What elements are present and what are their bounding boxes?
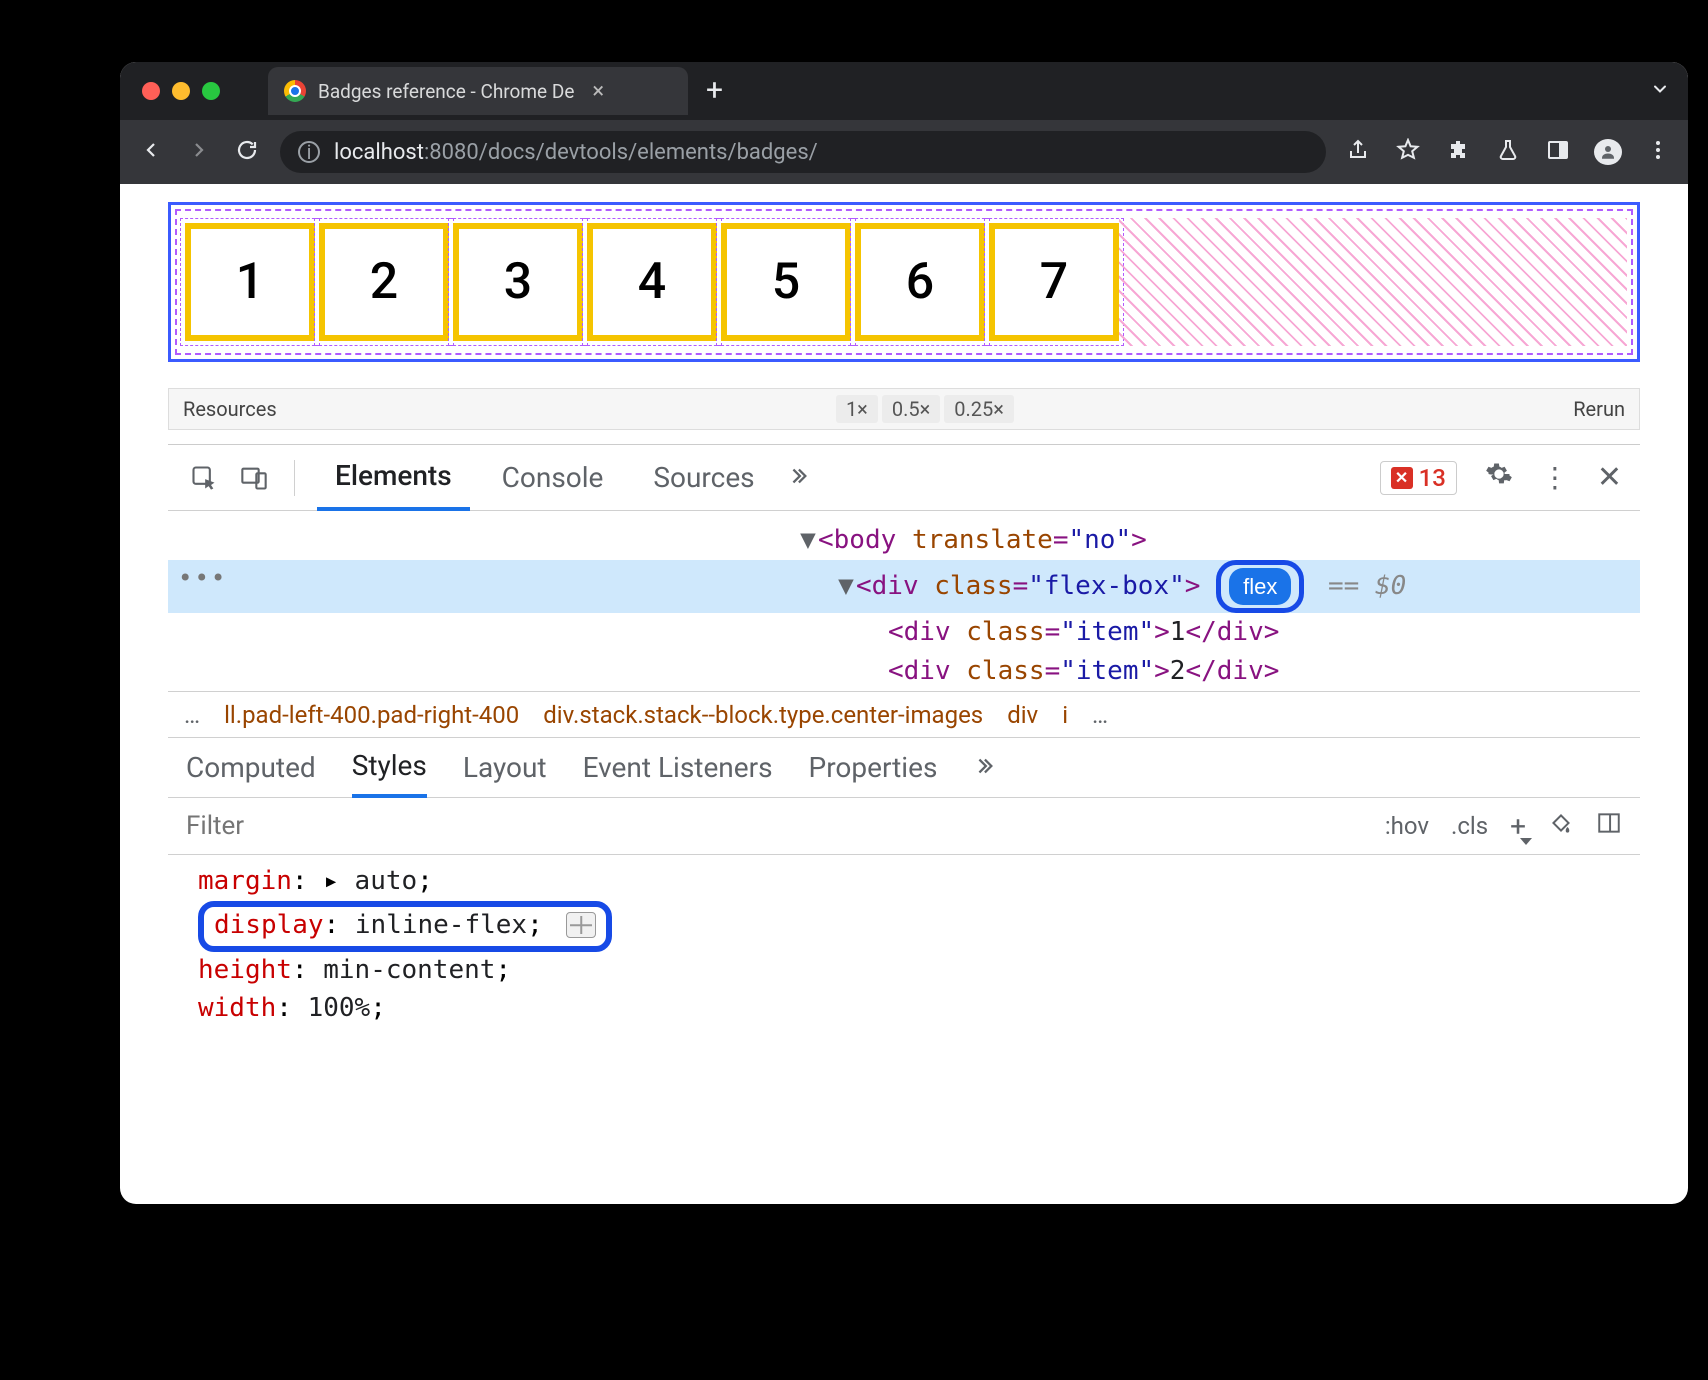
flex-item: 3: [453, 223, 583, 341]
tabs-overflow-icon[interactable]: [1646, 79, 1674, 103]
flex-inner: 1 2 3 4 5 6 7: [175, 209, 1633, 355]
css-declaration[interactable]: width: 100%;: [198, 990, 1610, 1028]
error-count: 13: [1419, 464, 1446, 492]
styles-filter-row: :hov .cls +: [168, 797, 1640, 855]
error-counter[interactable]: ✕ 13: [1380, 461, 1457, 495]
dom-tree[interactable]: ▼<body translate="no"> ••• ▼<div class="…: [168, 511, 1640, 691]
error-x-icon: ✕: [1391, 467, 1413, 489]
dom-node-selected[interactable]: ••• ▼<div class="flex-box"> flex == $0: [168, 560, 1640, 613]
side-panel-icon[interactable]: [1544, 138, 1572, 166]
settings-gear-icon[interactable]: [1485, 460, 1513, 495]
flex-item: 7: [989, 223, 1119, 341]
flex-item: 4: [587, 223, 717, 341]
extensions-icon[interactable]: [1444, 138, 1472, 166]
overflow-dots-icon[interactable]: •••: [178, 560, 227, 596]
toggle-computed-pane-icon[interactable]: [1596, 810, 1622, 842]
reload-button[interactable]: [232, 138, 262, 166]
console-ref: == $0: [1328, 571, 1406, 601]
new-style-rule-icon[interactable]: +: [1510, 810, 1526, 843]
flex-badge-highlight: flex: [1216, 560, 1304, 613]
device-toolbar-icon[interactable]: [236, 464, 272, 492]
url-field[interactable]: i localhost:8080/docs/devtools/elements/…: [280, 131, 1326, 173]
resources-link[interactable]: Resources: [183, 397, 277, 421]
address-bar: i localhost:8080/docs/devtools/elements/…: [120, 120, 1688, 184]
devtools-tabbar: Elements Console Sources ✕ 13 ⋮ ✕: [168, 445, 1640, 511]
url-path: :8080/docs/devtools/elements/badges/: [424, 140, 818, 165]
flex-item: 1: [185, 223, 315, 341]
more-subtabs-icon[interactable]: [973, 751, 995, 784]
minimize-window-icon[interactable]: [172, 82, 190, 100]
tab-console[interactable]: Console: [484, 445, 622, 511]
tab-strip: Badges reference - Chrome De × +: [120, 62, 1688, 120]
styles-subtabs: Computed Styles Layout Event Listeners P…: [168, 737, 1640, 797]
subtab-styles[interactable]: Styles: [352, 738, 427, 798]
display-flex-highlight: display: inline-flex;: [198, 901, 612, 953]
traffic-lights: [142, 82, 220, 100]
tab-elements[interactable]: Elements: [317, 445, 470, 511]
share-icon[interactable]: [1344, 138, 1372, 166]
flex-free-space-icon: [1119, 218, 1627, 346]
close-devtools-icon[interactable]: ✕: [1597, 460, 1622, 495]
close-tab-icon[interactable]: ×: [586, 79, 610, 104]
tab-title: Badges reference - Chrome De: [318, 80, 574, 103]
flex-badge[interactable]: flex: [1229, 568, 1291, 605]
more-tabs-icon[interactable]: [787, 461, 809, 494]
inspect-element-icon[interactable]: [186, 464, 222, 492]
new-tab-button[interactable]: +: [706, 76, 723, 106]
css-declaration[interactable]: margin: ▸ auto;: [198, 863, 1610, 901]
zoom-option[interactable]: 0.25×: [944, 395, 1014, 423]
forward-button[interactable]: [184, 138, 214, 166]
disclosure-triangle-icon[interactable]: ▼: [836, 567, 856, 606]
dom-breadcrumb[interactable]: … ll.pad-left-400.pad-right-400 div.stac…: [168, 691, 1640, 737]
flex-container-highlight: 1 2 3 4 5 6 7: [168, 202, 1640, 362]
flex-item: 2: [319, 223, 449, 341]
subtab-layout[interactable]: Layout: [463, 751, 547, 784]
url-host: localhost: [334, 140, 424, 165]
close-window-icon[interactable]: [142, 82, 160, 100]
page-content: 1 2 3 4 5 6 7 Resources 1× 0.5× 0.25× Re…: [120, 184, 1688, 1036]
browser-menu-icon[interactable]: [1644, 138, 1672, 166]
site-info-icon[interactable]: i: [298, 141, 320, 163]
dom-node[interactable]: <div class="item">2</div>: [168, 652, 1640, 691]
dom-node[interactable]: <div class="item">1</div>: [168, 613, 1640, 652]
chrome-logo-icon: [284, 80, 306, 102]
zoom-option[interactable]: 0.5×: [882, 395, 940, 423]
profile-avatar-icon[interactable]: [1594, 139, 1622, 165]
breadcrumb-overflow-right-icon[interactable]: …: [1092, 701, 1108, 729]
devtools-menu-icon[interactable]: ⋮: [1541, 461, 1569, 494]
browser-window: Badges reference - Chrome De × + i local…: [120, 62, 1688, 1204]
breadcrumb-item[interactable]: div: [1007, 701, 1038, 729]
rerun-button[interactable]: Rerun: [1573, 397, 1625, 421]
breadcrumb-item[interactable]: ll.pad-left-400.pad-right-400: [224, 701, 519, 729]
toggle-cls-button[interactable]: .cls: [1451, 812, 1488, 840]
styles-filter-input[interactable]: [186, 811, 1367, 841]
toggle-hov-button[interactable]: :hov: [1385, 812, 1429, 840]
subtab-computed[interactable]: Computed: [186, 751, 316, 784]
css-declaration-highlighted[interactable]: display: inline-flex;: [198, 901, 1610, 953]
labs-icon[interactable]: [1494, 138, 1522, 166]
disclosure-triangle-icon[interactable]: ▼: [798, 521, 818, 560]
paint-bucket-icon[interactable]: [1548, 810, 1574, 842]
maximize-window-icon[interactable]: [202, 82, 220, 100]
devtools-panel: Elements Console Sources ✕ 13 ⋮ ✕ ▼<bod: [168, 444, 1640, 1036]
back-button[interactable]: [136, 138, 166, 166]
browser-tab[interactable]: Badges reference - Chrome De ×: [268, 67, 688, 115]
subtab-properties[interactable]: Properties: [809, 751, 938, 784]
css-declaration[interactable]: height: min-content;: [198, 952, 1610, 990]
toolbar-icons: [1344, 138, 1672, 166]
breadcrumb-item[interactable]: i: [1062, 701, 1068, 729]
css-rules[interactable]: margin: ▸ auto; display: inline-flex; he…: [168, 855, 1640, 1036]
tab-sources[interactable]: Sources: [635, 445, 772, 511]
breadcrumb-item[interactable]: div.stack.stack--block.type.center-image…: [543, 701, 983, 729]
flex-item: 5: [721, 223, 851, 341]
demo-controls: Resources 1× 0.5× 0.25× Rerun: [168, 388, 1640, 430]
flex-item: 6: [855, 223, 985, 341]
bookmark-star-icon[interactable]: [1394, 138, 1422, 166]
breadcrumb-overflow-left-icon[interactable]: …: [184, 701, 200, 729]
subtab-event-listeners[interactable]: Event Listeners: [583, 751, 773, 784]
zoom-option[interactable]: 1×: [836, 395, 878, 423]
flex-editor-icon[interactable]: [566, 912, 596, 938]
